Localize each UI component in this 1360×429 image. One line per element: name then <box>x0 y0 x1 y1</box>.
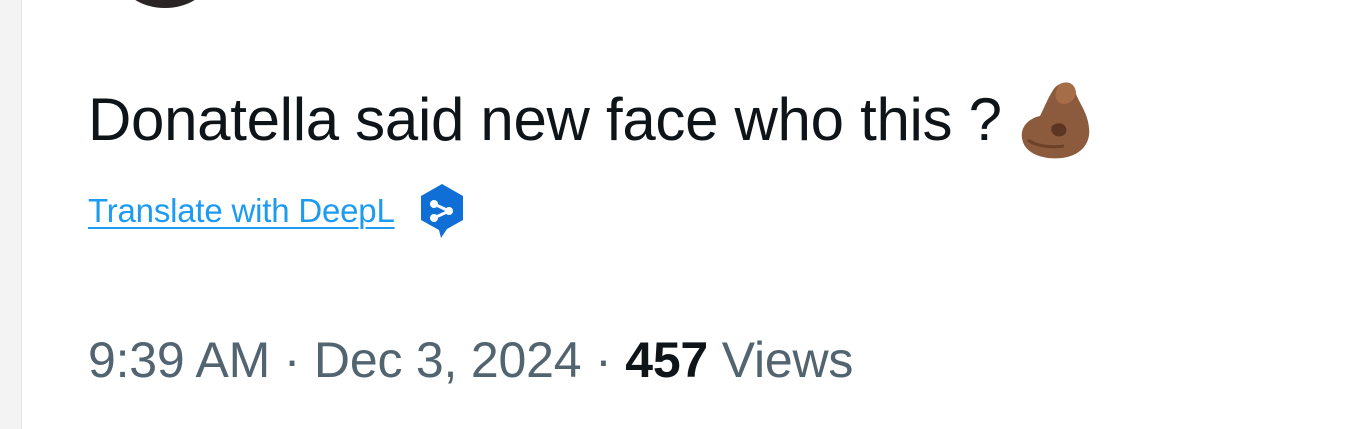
tweet-date[interactable]: Dec 3, 2024 <box>314 332 582 388</box>
views-link[interactable]: 457 Views <box>625 332 853 388</box>
translate-with-deepl-link[interactable]: Translate with DeepL <box>88 192 395 230</box>
translate-row: Translate with DeepL <box>88 182 467 240</box>
author-avatar[interactable] <box>122 0 208 8</box>
timeline-border <box>0 0 22 429</box>
tweet-meta: 9:39 AM · Dec 3, 2024 · 457 Views <box>88 325 853 395</box>
tweet-time[interactable]: 9:39 AM <box>88 332 270 388</box>
tweet-text-content: Donatella said new face who this ? <box>88 86 1002 153</box>
meta-separator: · <box>283 332 301 388</box>
views-label: Views <box>721 332 854 388</box>
tweet-text: Donatella said new face who this ? <box>88 80 1092 160</box>
views-count: 457 <box>625 332 709 388</box>
pinched-fingers-emoji-icon <box>1021 82 1089 159</box>
meta-separator: · <box>595 332 612 388</box>
deepl-icon[interactable] <box>417 182 467 240</box>
